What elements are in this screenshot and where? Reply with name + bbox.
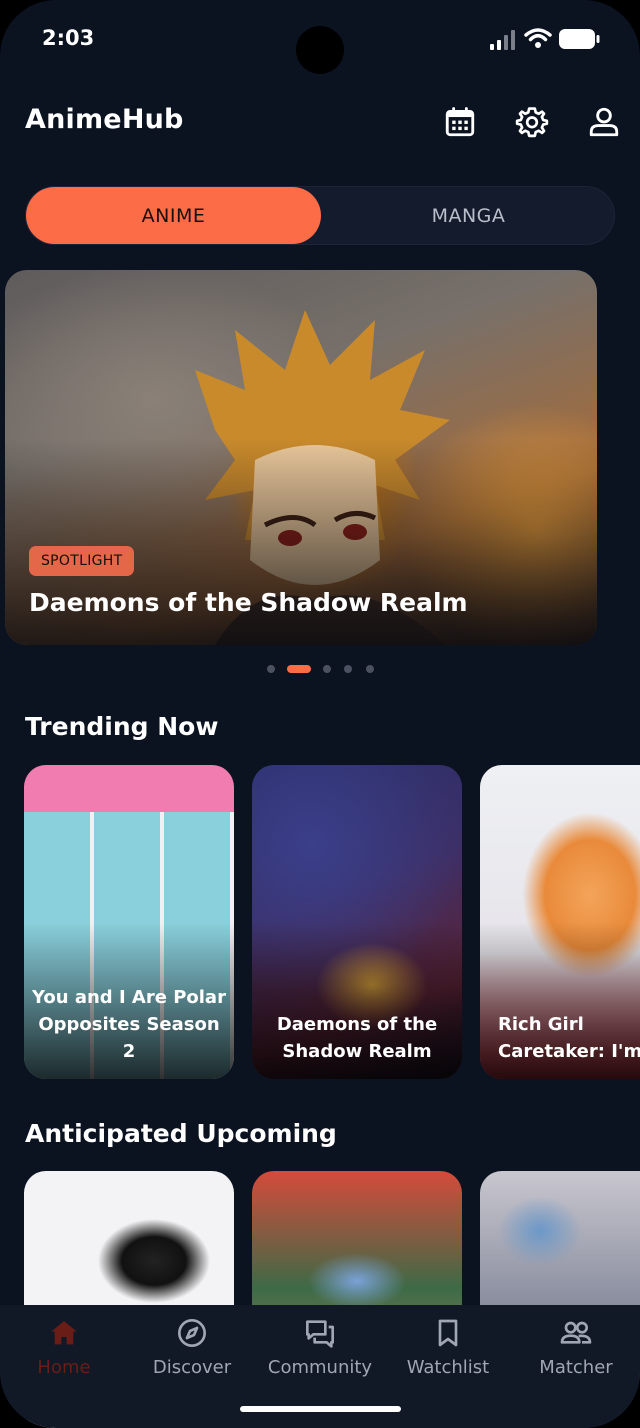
nav-discover[interactable]: Discover [128,1305,256,1395]
card-title: You and I Are Polar Opposites Season 2 [32,987,226,1062]
status-bar: 2:03 [0,0,640,80]
nav-label: Community [267,1357,373,1378]
trending-section-title: Trending Now [25,712,219,741]
spotlight-banner[interactable]: SPOTLIGHT Daemons of the Shadow Realm [5,270,597,645]
calendar-icon [445,107,475,137]
tab-anime[interactable]: ANIME [26,187,321,244]
trending-card[interactable]: You and I Are Polar Opposites Season 2 [24,765,234,1079]
nav-label: Watchlist [406,1357,490,1378]
nav-label: Matcher [539,1357,613,1378]
pager-dot[interactable] [344,665,352,673]
upcoming-section-title: Anticipated Upcoming [25,1119,337,1148]
bookmark-icon [438,1319,458,1347]
content-type-toggle: ANIME MANGA [25,186,615,245]
pager-dot-active[interactable] [287,665,311,673]
pager-dot[interactable] [267,665,275,673]
card-title: Rich Girl Caretaker: I'm S [498,1014,640,1062]
nav-label: Home [37,1357,91,1378]
cellular-signal-icon [490,30,515,50]
nav-matcher[interactable]: Matcher [512,1305,640,1395]
app-header: AnimeHub [0,90,640,154]
chat-icon [306,1320,334,1348]
status-time: 2:03 [42,26,95,50]
pager-dot[interactable] [323,665,331,673]
phone-screen: 2:03 AnimeHub ANIME MANGA SPOTLIGHT Daem… [0,0,640,1428]
spotlight-title: Daemons of the Shadow Realm [29,588,468,617]
trending-card[interactable]: Daemons of the Shadow Realm [252,765,462,1079]
home-indicator[interactable] [240,1406,401,1412]
spotlight-badge: SPOTLIGHT [29,546,135,576]
settings-icon [515,107,549,138]
home-icon [51,1321,77,1345]
people-icon [560,1321,592,1344]
nav-home[interactable]: Home [0,1305,128,1395]
battery-icon [559,29,600,49]
nav-label: Discover [152,1357,232,1378]
app-title: AnimeHub [25,104,184,135]
trending-card[interactable]: Rich Girl Caretaker: I'm S [480,765,640,1079]
front-camera [296,26,344,74]
card-title: Daemons of the Shadow Realm [276,1014,438,1062]
nav-community[interactable]: Community [256,1305,384,1395]
compass-icon [178,1319,206,1347]
calendar-button[interactable] [440,102,480,142]
pager-dot[interactable] [366,665,374,673]
settings-button[interactable] [512,102,552,142]
user-icon [589,107,619,137]
tab-manga[interactable]: MANGA [321,187,616,244]
profile-button[interactable] [584,102,624,142]
spotlight-pager [0,662,640,676]
wifi-icon [524,28,552,48]
nav-watchlist[interactable]: Watchlist [384,1305,512,1395]
